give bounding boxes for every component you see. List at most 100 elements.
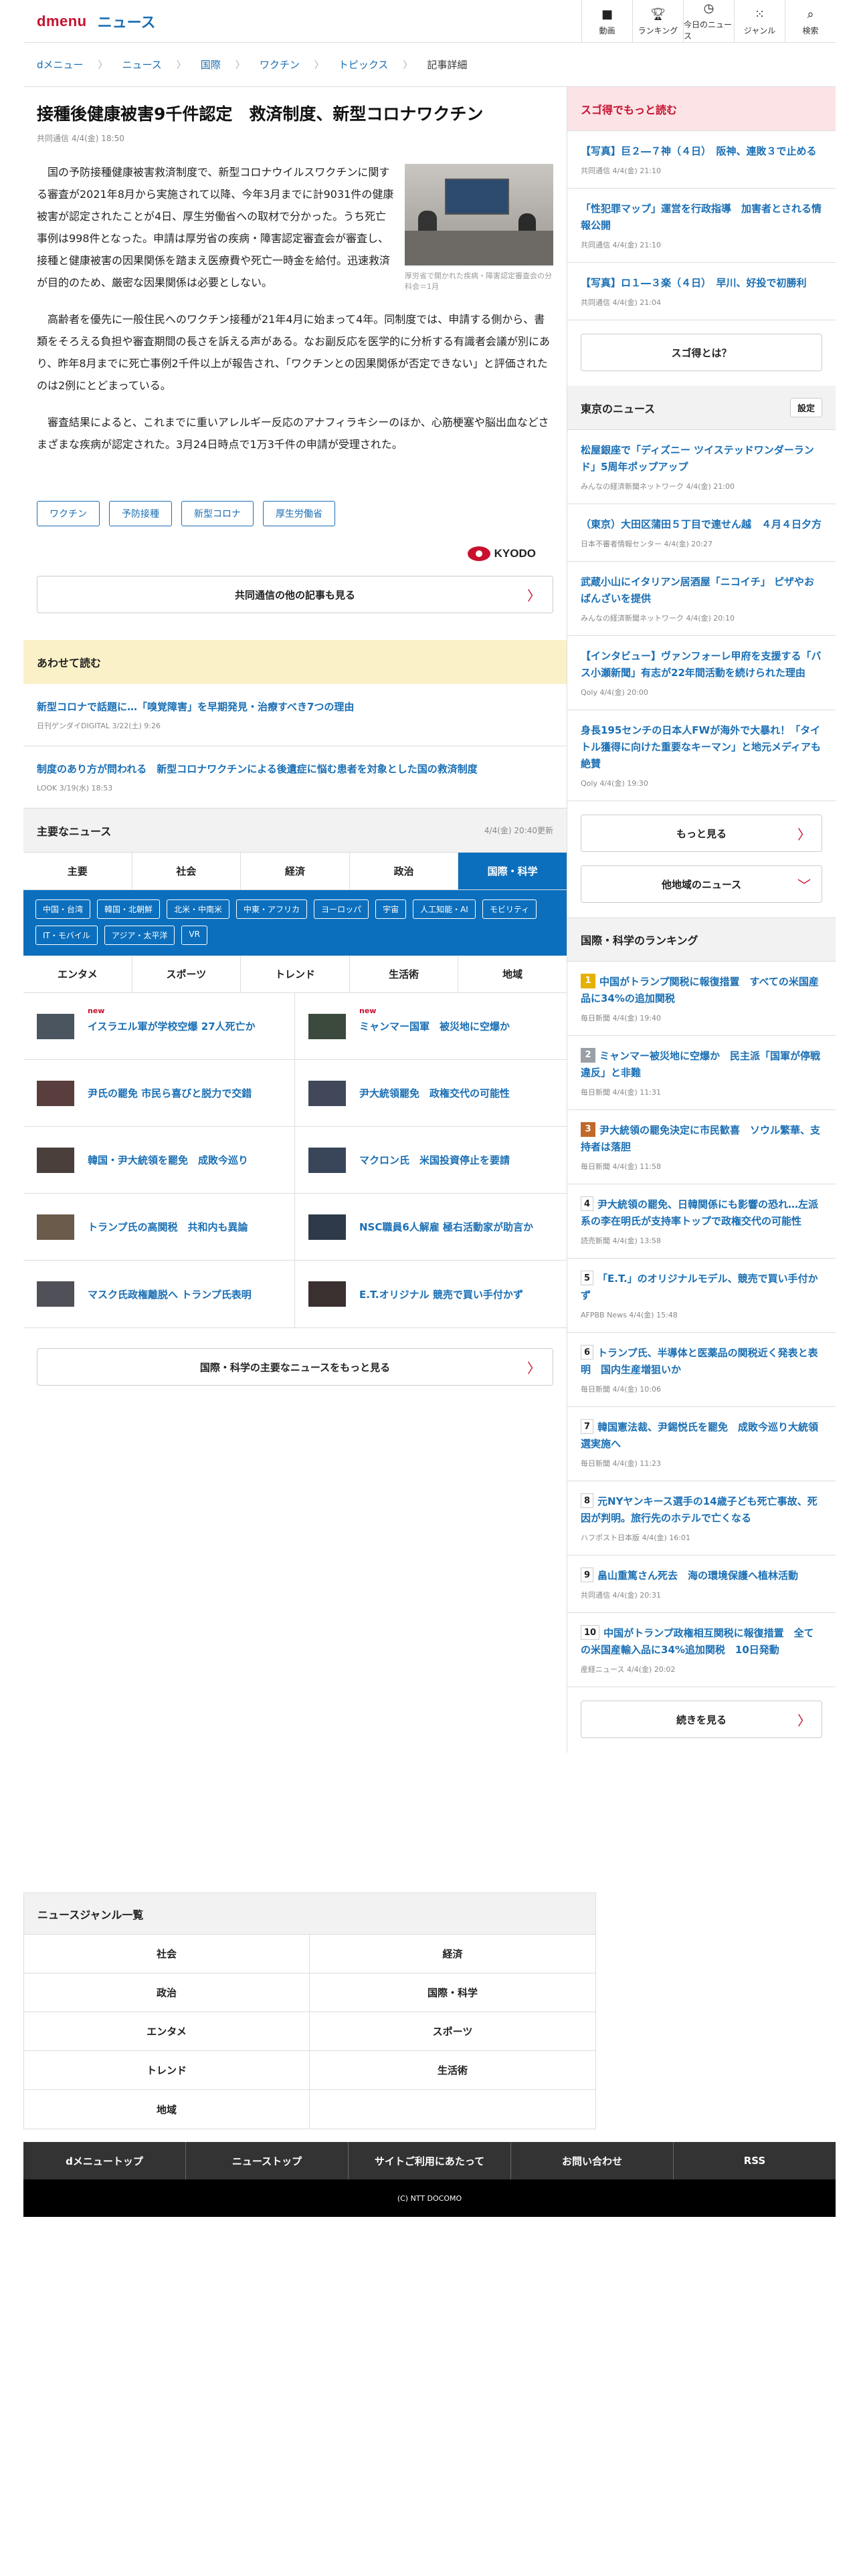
genre-link[interactable]: トレンド — [24, 2051, 310, 2090]
genre-link[interactable]: 国際・科学 — [310, 1973, 595, 2012]
nav-search[interactable]: ⌕ 検索 — [785, 0, 836, 43]
ranking-item[interactable]: 4 尹大統領の罷免、日韓関係にも影響の恐れ…左派系の李在明氏が支持率トップで政権交… — [567, 1184, 836, 1259]
tab-entertainment[interactable]: エンタメ — [23, 956, 132, 992]
nav-today[interactable]: ◷ 今日のニュース — [683, 0, 734, 43]
breadcrumb-vaccine[interactable]: ワクチン — [260, 58, 300, 72]
tokyo-news-item[interactable]: （東京）大田区蒲田５丁目で連せん越 ４月４日夕方 日本不審者情報センター 4/4(… — [567, 504, 836, 562]
tab-region[interactable]: 地域 — [458, 956, 567, 992]
breadcrumb-news[interactable]: ニュース — [122, 58, 162, 72]
ranking-item[interactable]: 2 ミャンマー被災地に空爆か 民主派「国軍が停戦違反」と非難 毎日新聞 4/4(金)… — [567, 1036, 836, 1110]
more-kyodo-button[interactable]: 共同通信の他の記事も見る 〉 — [37, 576, 553, 613]
other-region-label: 他地域のニュース — [661, 878, 742, 891]
breadcrumb-world[interactable]: 国際 — [201, 58, 221, 72]
news-item[interactable]: 尹氏の罷免 市民ら喜びと脱力で交錯 — [23, 1060, 295, 1127]
dmenu-logo[interactable]: dmenu — [37, 13, 87, 30]
tab-economy[interactable]: 経済 — [241, 853, 350, 889]
ranking-item-meta: ハフポスト日本版 4/4(金) 16:01 — [581, 1533, 690, 1542]
genre-list-title: ニュースジャンル一覧 — [23, 1893, 596, 1934]
sugo-item[interactable]: 「性犯罪マップ」運営を行政指導 加害者とされる情報公開 共同通信 4/4(金) 2… — [567, 189, 836, 263]
ranking-item[interactable]: 8 元NYヤンキース選手の14歳子ども死亡事故、死因が判明。旅行先のホテルで亡くな… — [567, 1481, 836, 1555]
subtag[interactable]: アジア・太平洋 — [104, 926, 175, 945]
news-item[interactable]: マスク氏政権離脱へ トランプ氏表明 — [23, 1261, 295, 1327]
genre-link[interactable]: 生活術 — [310, 2051, 595, 2090]
rank-number-badge: 3 — [581, 1121, 595, 1137]
ranking-item[interactable]: 5 「E.T.」のオリジナルモデル、競売で買い手付かず AFPBB News 4/4… — [567, 1259, 836, 1333]
ranking-item[interactable]: 10 中国がトランプ政権相互関税に報復措置 全ての米国産輸入品に34%追加関税 1… — [567, 1613, 836, 1687]
news-item[interactable]: マクロン氏 米国投資停止を要請 — [295, 1127, 567, 1194]
sugo-item-title: 【写真】巨２―７神（４日） 阪神、連敗３で止める — [581, 145, 817, 157]
tab-politics[interactable]: 政治 — [350, 853, 459, 889]
tag-mhlw[interactable]: 厚生労働省 — [263, 501, 335, 526]
sugo-item[interactable]: 【写真】ロ１―３楽（４日） 早川、好投で初勝利 共同通信 4/4(金) 21:04 — [567, 263, 836, 320]
ranking-item[interactable]: 6 トランプ氏、半導体と医薬品の関税近く発表と表明 国内生産増狙いか 毎日新聞 4/… — [567, 1333, 836, 1407]
genre-link[interactable]: 経済 — [310, 1935, 595, 1973]
also-read-item[interactable]: 新型コロナで話題に…「嗅覚障害」を早期発見・治療すべき7つの理由 日刊ゲンダイDI… — [23, 684, 567, 746]
ranking-more-button[interactable]: 続きを見る 〉 — [581, 1701, 822, 1738]
news-item-title: E.T.オリジナル 競売で買い手付かず — [359, 1288, 523, 1301]
more-world-news-button[interactable]: 国際・科学の主要なニュースをもっと見る 〉 — [37, 1348, 553, 1386]
tag-covid[interactable]: 新型コロナ — [181, 501, 254, 526]
tab-trend[interactable]: トレンド — [241, 956, 350, 992]
tokyo-news-item[interactable]: 武蔵小山にイタリアン居酒屋「ニコイチ」 ピザやおばんざいを提供 みんなの経済新聞ネ… — [567, 562, 836, 636]
article-photo[interactable]: 厚労省で開かれた疾病・障害認定審査会の分科会＝1月 — [405, 164, 553, 292]
subtag[interactable]: 中国・台湾 — [35, 899, 91, 919]
news-item[interactable]: new ミャンマー国軍 被災地に空爆か — [295, 993, 567, 1060]
tab-main[interactable]: 主要 — [23, 853, 132, 889]
region-setting-button[interactable]: 設定 — [789, 398, 822, 417]
news-item[interactable]: NSC職員6人解雇 極右活動家が助言か — [295, 1194, 567, 1261]
sugo-about-button[interactable]: スゴ得とは？ — [581, 334, 822, 371]
footer-news-top[interactable]: ニューストップ — [186, 2142, 349, 2179]
genre-link[interactable]: エンタメ — [24, 2012, 310, 2051]
tab-sports[interactable]: スポーツ — [132, 956, 242, 992]
nav-video[interactable]: ■ 動画 — [581, 0, 632, 43]
tab-world-science[interactable]: 国際・科学 — [458, 853, 567, 889]
genre-link[interactable]: スポーツ — [310, 2012, 595, 2051]
tokyo-news-item[interactable]: 身長195センチの日本人FWが海外で大暴れ！「タイトル獲得に向けた重要なキーマン… — [567, 710, 836, 801]
news-item[interactable]: トランプ氏の高関税 共和内も異論 — [23, 1194, 295, 1261]
subtag[interactable]: モビリティ — [482, 899, 537, 919]
ranking-item[interactable]: 3 尹大統領の罷免決定に市民歓喜 ソウル繁華、支持者は落胆 毎日新聞 4/4(金) … — [567, 1110, 836, 1184]
nav-ranking[interactable]: 🏆︎ ランキング — [632, 0, 683, 43]
nav-genre[interactable]: ⁙ ジャンル — [734, 0, 785, 43]
footer-rss[interactable]: RSS — [674, 2142, 836, 2179]
news-thumbnail — [37, 1281, 74, 1307]
news-item[interactable]: E.T.オリジナル 競売で買い手付かず — [295, 1261, 567, 1327]
news-thumbnail — [308, 1147, 346, 1173]
breadcrumb-topics[interactable]: トピックス — [339, 58, 389, 72]
subtag[interactable]: VR — [181, 926, 207, 945]
genre-link[interactable]: 政治 — [24, 1973, 310, 2012]
ranking-item[interactable]: 1 中国がトランプ関税に報復措置 すべての米国産品に34%の追加関税 毎日新聞 4/… — [567, 962, 836, 1036]
genre-link[interactable]: 地域 — [24, 2090, 310, 2129]
other-region-dropdown[interactable]: 他地域のニュース ﹀ — [581, 865, 822, 903]
genre-link[interactable]: 社会 — [24, 1935, 310, 1973]
footer-dmenu-top[interactable]: dメニュートップ — [23, 2142, 186, 2179]
tab-lifehack[interactable]: 生活術 — [350, 956, 459, 992]
news-title[interactable]: ニュース — [98, 11, 156, 32]
sugo-item[interactable]: 【写真】巨２―７神（４日） 阪神、連敗３で止める 共同通信 4/4(金) 21:1… — [567, 131, 836, 189]
rank-number-badge: 10 — [581, 1624, 600, 1640]
tag-vaccine[interactable]: ワクチン — [37, 501, 100, 526]
subtag[interactable]: 人工知能・AI — [413, 899, 476, 919]
subtag[interactable]: 中東・アフリカ — [236, 899, 308, 919]
subtag[interactable]: IT・モバイル — [35, 926, 98, 945]
subtag[interactable]: 韓国・北朝鮮 — [97, 899, 161, 919]
news-item[interactable]: 韓国・尹大統領を罷免 成敗今巡り — [23, 1127, 295, 1194]
news-item[interactable]: 尹大統領罷免 政権交代の可能性 — [295, 1060, 567, 1127]
subtag[interactable]: ヨーロッパ — [314, 899, 369, 919]
tag-vaccination[interactable]: 予防接種 — [109, 501, 172, 526]
footer-terms[interactable]: サイトご利用にあたって — [349, 2142, 511, 2179]
also-read-item[interactable]: 制度のあり方が問われる 新型コロナワクチンによる後遺症に悩む患者を対象とした国の… — [23, 746, 567, 809]
news-item[interactable]: new イスラエル軍が学校空爆 27人死亡か — [23, 993, 295, 1060]
tokyo-more-button[interactable]: もっと見る 〉 — [581, 815, 822, 852]
tokyo-news-item[interactable]: 【インタビュー】ヴァンフォーレ甲府を支援する「バス小瀬新聞」有志が22年間活動を… — [567, 636, 836, 710]
news-item-title: ミャンマー国軍 被災地に空爆か — [359, 1021, 510, 1033]
breadcrumb-dmenu[interactable]: dメニュー — [37, 58, 84, 72]
footer-contact[interactable]: お問い合わせ — [511, 2142, 674, 2179]
tokyo-news-item[interactable]: 松屋銀座で「ディズニー ツイステッドワンダーランド」5周年ポップアップ みんなの経… — [567, 430, 836, 504]
ranking-item-title-wrap: 9 畠山重篤さん死去 海の環境保護へ植林活動 — [581, 1567, 822, 1584]
ranking-item[interactable]: 9 畠山重篤さん死去 海の環境保護へ植林活動 共同通信 4/4(金) 20:31 — [567, 1555, 836, 1613]
subtag[interactable]: 宇宙 — [375, 899, 407, 919]
ranking-item[interactable]: 7 韓国憲法裁、尹錫悦氏を罷免 成敗今巡り大統領選実施へ 毎日新聞 4/4(金) 1… — [567, 1407, 836, 1481]
tab-society[interactable]: 社会 — [132, 853, 242, 889]
subtag[interactable]: 北米・中南米 — [167, 899, 230, 919]
